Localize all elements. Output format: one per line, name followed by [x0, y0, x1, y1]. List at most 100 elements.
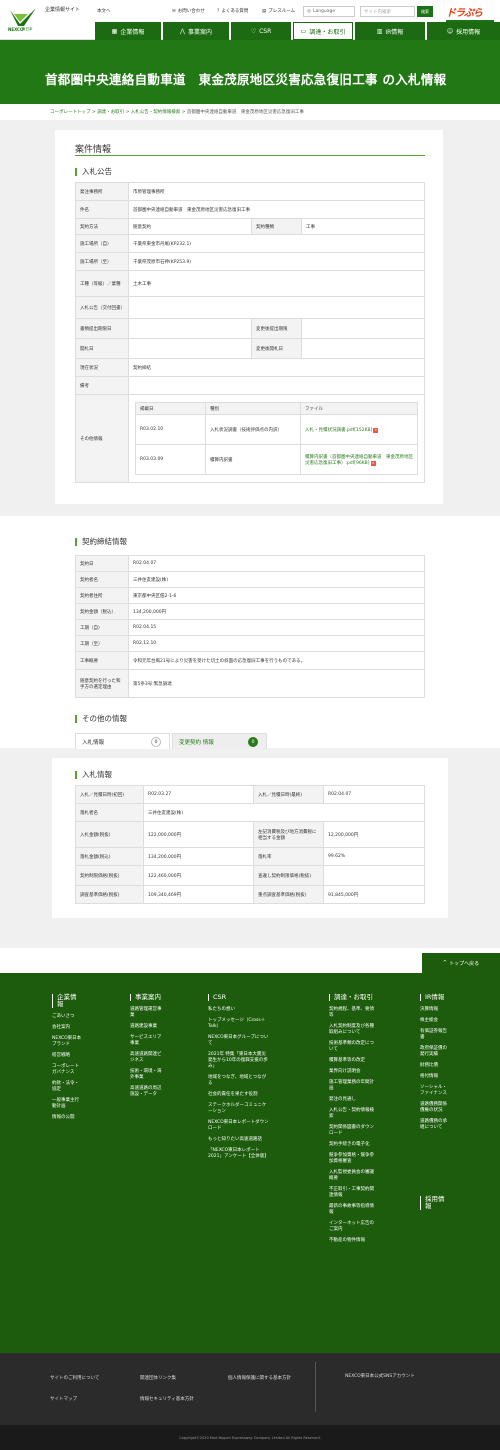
- footer-link[interactable]: 入札監視委員会の審議概要: [329, 1170, 375, 1182]
- breadcrumb-item[interactable]: 調達・お取引: [97, 110, 124, 115]
- row-value: [301, 338, 425, 359]
- contact-link[interactable]: ✉ お問い合わせ: [172, 8, 205, 15]
- row-value: R02.04.07: [128, 555, 425, 572]
- footer-link[interactable]: 政府保証債の発行実績: [420, 1046, 450, 1058]
- footer-link[interactable]: 施工管理業務の年間計画: [329, 1080, 375, 1092]
- footer-link[interactable]: 関連団体リンク集: [140, 1375, 176, 1381]
- footer-link[interactable]: サイトマップ: [50, 1396, 77, 1402]
- faq-link[interactable]: ? よくある質問: [217, 8, 248, 15]
- footer-link[interactable]: インターネット広告のご案内: [329, 1221, 375, 1233]
- footer-link[interactable]: 積算基準等の改定: [329, 1058, 375, 1064]
- footer-col-title[interactable]: 採用情報: [420, 1196, 450, 1210]
- footer-link[interactable]: 入札公告・契約情報検索: [329, 1108, 375, 1120]
- nav-ir[interactable]: ▥ IR情報: [355, 22, 425, 40]
- row-value: 99.62%: [323, 847, 425, 866]
- footer-link[interactable]: 高速道路の周辺施設・データ: [130, 1086, 162, 1098]
- breadcrumb-item[interactable]: 入札公告・契約情報検索: [131, 110, 181, 115]
- row-value: 土木工事: [128, 270, 425, 297]
- tab-change-contract[interactable]: 変更契約 情報 0: [172, 733, 267, 749]
- corp-site-link[interactable]: 企業情報サイト: [45, 7, 85, 14]
- footer-link[interactable]: トップメッセージ（Cross＋Talk）: [208, 1018, 270, 1030]
- footer-link[interactable]: 発注の見通し: [329, 1097, 375, 1103]
- footer-link[interactable]: 株主総会: [420, 1018, 450, 1024]
- footer-link[interactable]: もっと知りたい高速道路話: [208, 1137, 270, 1143]
- drapura-logo[interactable]: ドラぷら: [446, 4, 494, 24]
- skip-link[interactable]: 本文へ: [97, 8, 111, 14]
- search-input[interactable]: サイト内検索: [360, 6, 415, 17]
- footer-link[interactable]: 道路建設事業: [130, 1024, 162, 1030]
- footer-link[interactable]: 技術基準類の改定について: [329, 1041, 375, 1053]
- footer-link[interactable]: 私たちの想い: [208, 1007, 270, 1013]
- footer-link[interactable]: 業界向け説明会: [329, 1069, 375, 1075]
- pdf-icon: P: [373, 427, 379, 433]
- tab-bid-info[interactable]: 入札情報 0: [75, 733, 170, 749]
- footer-link[interactable]: 有価証券報告書: [420, 1029, 450, 1041]
- sns-link[interactable]: NEXCO東日本公式SNSアカウント: [345, 1373, 415, 1379]
- footer-col-title[interactable]: CSR: [208, 994, 270, 1001]
- nav-corporate[interactable]: ▦ 企業情報: [95, 22, 161, 40]
- nav-procurement[interactable]: ▭ 調達・お取引: [293, 22, 353, 40]
- press-link[interactable]: ▤ プレスルーム: [262, 8, 295, 15]
- footer-link[interactable]: NEXCO東日本レポートダウンロード: [208, 1120, 270, 1132]
- footer-link[interactable]: 競争参加資格・競争参加資格審査: [329, 1153, 375, 1165]
- footer-link[interactable]: 最新の事故事等指導情報: [329, 1204, 375, 1216]
- footer-link[interactable]: 道路債務関係債権の状況: [420, 1102, 450, 1114]
- footer-link[interactable]: ステークホルダーコミュニケーション: [208, 1103, 270, 1115]
- footer-link[interactable]: 個人情報保護に関する基本方針: [228, 1375, 291, 1381]
- footer-link[interactable]: ソーシャル・ファイナンス: [420, 1085, 450, 1097]
- language-select[interactable]: ◎ Language: [303, 6, 355, 17]
- footer-link[interactable]: 高速道路関連ビジネス: [130, 1052, 162, 1064]
- footer-col-recruit: 採用情報: [420, 1196, 450, 1216]
- case-title: 案件情報: [75, 145, 112, 155]
- footer-link[interactable]: 一般事業主行動計画: [52, 1098, 82, 1110]
- footer-link[interactable]: 会社案内: [52, 1025, 82, 1031]
- footer-link[interactable]: 経営戦略: [52, 1053, 82, 1059]
- footer-col-title[interactable]: IR情報: [420, 994, 450, 1001]
- footer-col-title[interactable]: 調達・お取引: [329, 994, 375, 1001]
- footer-link[interactable]: 約款・法令・協定: [52, 1081, 82, 1093]
- footer-link[interactable]: 地域をつなぎ、地域とつながる: [208, 1075, 270, 1087]
- row-value: R02.04.15: [128, 619, 425, 636]
- footer-link[interactable]: サービスエリア事業: [130, 1035, 162, 1047]
- footer-link[interactable]: NEXCO東日本グループについて: [208, 1035, 270, 1047]
- footer-link[interactable]: ごあいさつ: [52, 1014, 82, 1020]
- footer-link[interactable]: 契約規程、基準、要領等: [329, 1007, 375, 1019]
- row-label: 入札公告（交付回書）: [75, 296, 129, 319]
- nav-recruit[interactable]: ☺ 採用情報: [427, 22, 500, 40]
- footer-link[interactable]: 契約関係図書のダウンロード: [329, 1125, 375, 1137]
- footer-link[interactable]: 「NEXCO東日本レポート2021」アンケート【全体版】: [208, 1148, 270, 1160]
- footer-link[interactable]: 入札契約制度及び各種取組みについて: [329, 1024, 375, 1036]
- footer-link[interactable]: 2021年 特集「東日本大震災発生から10年の復興支援の歩み」: [208, 1052, 270, 1070]
- footer-link[interactable]: 道路債務の承継について: [420, 1119, 450, 1131]
- footer-link[interactable]: 道路管理運営事業: [130, 1007, 162, 1019]
- row-label: 調査基準価格(税抜): [75, 885, 144, 904]
- page-title: 首都圏中央連絡自動車道 東金茂原地区災害応急復旧工事 の入札情報: [45, 72, 447, 87]
- contract-table: 契約日 R02.04.07 契約者名 三井住友建設(株) 契約者住所 東京都中央区佃2…: [75, 555, 425, 698]
- footer-link[interactable]: 不動産の物件情報: [329, 1238, 375, 1244]
- footer-link[interactable]: サイトのご利用について: [50, 1375, 99, 1381]
- footer-link[interactable]: 情報の公開: [52, 1115, 82, 1121]
- search-button[interactable]: 検索: [417, 6, 433, 17]
- footer-link[interactable]: 不正取引・工事契約関連情報: [329, 1187, 375, 1199]
- footer-col-title[interactable]: 企業情報: [52, 994, 82, 1008]
- footer-link[interactable]: 技術・環境・海外事業: [130, 1069, 162, 1081]
- nav-business[interactable]: ⋀ 事業案内: [163, 22, 229, 40]
- footer-link[interactable]: 契約手続きの電子化: [329, 1142, 375, 1148]
- footer-col-business: 事業案内道路管理運営事業道路建設事業サービスエリア事業 高速道路関連ビジネス 技術・…: [130, 994, 162, 1103]
- case-table: 発注事務所 市原管理事務所 件名 首都圏中央連絡自動車道 東金茂原地区災害応急復旧工…: [75, 182, 425, 483]
- footer-col-title[interactable]: 事業案内: [130, 994, 162, 1001]
- file-link[interactable]: 入札・見積状況調書.pdf[152KB] P: [300, 414, 418, 445]
- breadcrumb-item[interactable]: コーポレートトップ: [50, 110, 91, 115]
- page-top-button[interactable]: ^ トップへ戻る: [422, 953, 500, 973]
- file-link[interactable]: 積算内訳書（首都圏中央連絡自動車道 東金茂原地区災害応急復旧工事）.pdf[96…: [300, 444, 418, 475]
- footer-link[interactable]: NEXCO東日本ブランド: [52, 1036, 82, 1048]
- footer-link[interactable]: 格付情報: [420, 1074, 450, 1080]
- row-value: [323, 865, 425, 886]
- footer-link[interactable]: 社会的責任を果たす役割: [208, 1092, 270, 1098]
- footer-col-ir: IR情報決算情報株主総会有価証券報告書 政府保証債の発行実績財務比債格付情報ソーシ…: [420, 994, 450, 1136]
- footer-link[interactable]: 決算情報: [420, 1007, 450, 1013]
- nav-csr[interactable]: ♡ CSR: [231, 22, 291, 40]
- footer-link[interactable]: 情報セキュリティ基本方針: [140, 1396, 194, 1402]
- footer-link[interactable]: 財務比債: [420, 1063, 450, 1069]
- footer-link[interactable]: コーポレートガバナンス: [52, 1064, 82, 1076]
